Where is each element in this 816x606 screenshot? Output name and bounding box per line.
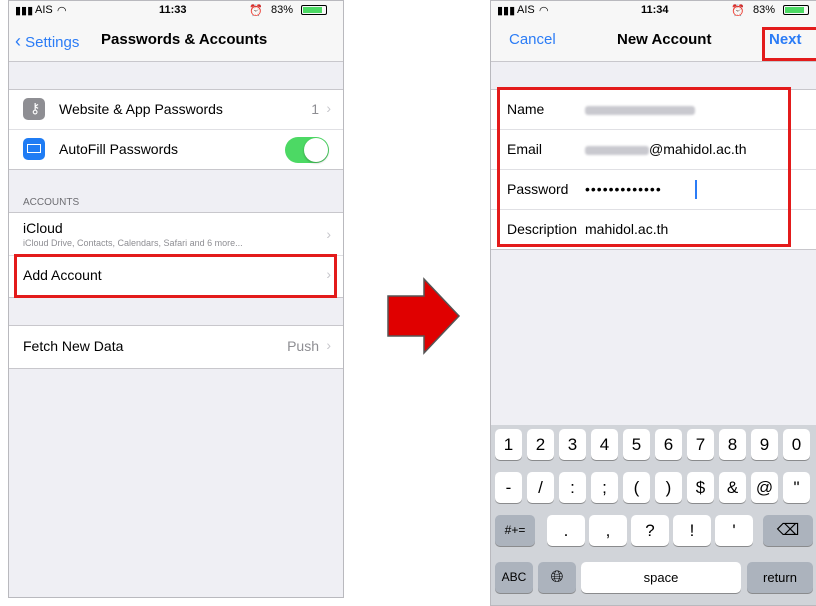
fetch-new-data-label: Fetch New Data: [23, 338, 124, 354]
carrier-label: AIS: [517, 4, 535, 16]
fetch-new-data-row[interactable]: Fetch New Data Push ›: [9, 326, 343, 368]
key-4[interactable]: ': [715, 515, 753, 546]
page-title: Passwords & Accounts: [101, 31, 268, 48]
passwords-group: ⚷ Website & App Passwords 1 › AutoFill P…: [9, 89, 343, 170]
key-icon: ⚷: [23, 98, 45, 120]
key-5[interactable]: ): [655, 472, 682, 503]
key-9[interactable]: ": [783, 472, 810, 503]
wifi-icon: ◠: [539, 5, 549, 17]
key-2[interactable]: 3: [559, 429, 586, 460]
cancel-button[interactable]: Cancel: [509, 31, 556, 48]
key-6[interactable]: 7: [687, 429, 714, 460]
website-app-passwords-label: Website & App Passwords: [59, 101, 223, 117]
back-button-label: Settings: [25, 34, 80, 51]
key-0[interactable]: .: [547, 515, 585, 546]
key-3[interactable]: 4: [591, 429, 618, 460]
key-3[interactable]: !: [673, 515, 711, 546]
space-key[interactable]: space: [581, 562, 741, 593]
status-time: 11:33: [159, 4, 187, 16]
battery-icon: [783, 5, 809, 15]
chevron-right-icon: ›: [326, 226, 331, 242]
signal-icon: ▮▮▮: [15, 5, 34, 17]
wifi-icon: ◠: [57, 5, 67, 17]
numeric-keyboard: 1234567890 - /:;() $ & @ " #+= .,?! ' ⌫ ABC 🌐︎…: [491, 425, 816, 605]
page-title: New Account: [617, 31, 712, 48]
chevron-right-icon: ›: [326, 337, 331, 353]
icloud-title: iCloud: [23, 220, 63, 236]
battery-percent: 83%: [271, 4, 294, 16]
status-bar: ▮▮▮ AIS ◠ 11:33 ⏰ 83%: [9, 1, 343, 19]
icloud-subtitle: iCloud Drive, Contacts, Calendars, Safar…: [23, 238, 243, 248]
key-7[interactable]: &: [719, 472, 746, 503]
key-9[interactable]: 0: [783, 429, 810, 460]
accounts-section-header: ACCOUNTS: [23, 197, 80, 208]
form-highlight: [497, 87, 791, 247]
alarm-icon: ⏰: [731, 5, 745, 17]
back-button[interactable]: ‹ Settings: [15, 31, 79, 52]
autofill-passwords-label: AutoFill Passwords: [59, 141, 179, 157]
abc-key[interactable]: ABC: [495, 562, 533, 593]
delete-icon: ⌫: [776, 522, 800, 539]
key-0[interactable]: 1: [495, 429, 522, 460]
navigation-bar: ‹ Settings Passwords & Accounts: [9, 19, 343, 62]
key-5[interactable]: 6: [655, 429, 682, 460]
website-app-passwords-row[interactable]: ⚷ Website & App Passwords 1 ›: [9, 90, 343, 130]
next-highlight: [762, 27, 816, 61]
signal-icon: ▮▮▮: [497, 5, 516, 17]
key-1[interactable]: ,: [589, 515, 627, 546]
more-symbols-key[interactable]: #+=: [495, 515, 535, 546]
key-4[interactable]: 5: [623, 429, 650, 460]
carrier-label: AIS: [35, 4, 53, 16]
website-passwords-count: 1: [311, 101, 319, 117]
fetch-value: Push: [287, 338, 319, 354]
icloud-row[interactable]: iCloud iCloud Drive, Contacts, Calendars…: [9, 213, 343, 256]
keyboard-icon: [23, 138, 45, 160]
settings-screen: ▮▮▮ AIS ◠ 11:33 ⏰ 83% ‹ Settings Passwor…: [8, 0, 344, 598]
globe-key[interactable]: 🌐︎: [538, 562, 576, 593]
chevron-left-icon: ‹: [15, 31, 21, 51]
delete-key[interactable]: ⌫: [763, 515, 813, 546]
fetch-group: Fetch New Data Push ›: [9, 325, 343, 369]
add-account-highlight: [14, 254, 337, 298]
chevron-right-icon: ›: [326, 100, 331, 116]
key-2[interactable]: ?: [631, 515, 669, 546]
autofill-passwords-row: AutoFill Passwords: [9, 130, 343, 169]
key-6[interactable]: $: [687, 472, 714, 503]
alarm-icon: ⏰: [249, 5, 263, 17]
key-1[interactable]: 2: [527, 429, 554, 460]
key-8[interactable]: @: [751, 472, 778, 503]
globe-icon: 🌐︎: [550, 569, 564, 586]
key-2[interactable]: :: [559, 472, 586, 503]
autofill-toggle[interactable]: [285, 137, 329, 163]
battery-percent: 83%: [753, 4, 776, 16]
right-arrow-icon: [387, 277, 461, 355]
status-bar: ▮▮▮ AIS ◠ 11:34 ⏰ 83%: [491, 1, 816, 19]
return-key[interactable]: return: [747, 562, 813, 593]
key-1[interactable]: /: [527, 472, 554, 503]
battery-icon: [301, 5, 327, 15]
new-account-screen: ▮▮▮ AIS ◠ 11:34 ⏰ 83% Cancel New Account…: [490, 0, 816, 606]
key-0[interactable]: -: [495, 472, 522, 503]
key-7[interactable]: 8: [719, 429, 746, 460]
key-8[interactable]: 9: [751, 429, 778, 460]
key-4[interactable]: (: [623, 472, 650, 503]
status-time: 11:34: [641, 4, 669, 16]
key-3[interactable]: ;: [591, 472, 618, 503]
